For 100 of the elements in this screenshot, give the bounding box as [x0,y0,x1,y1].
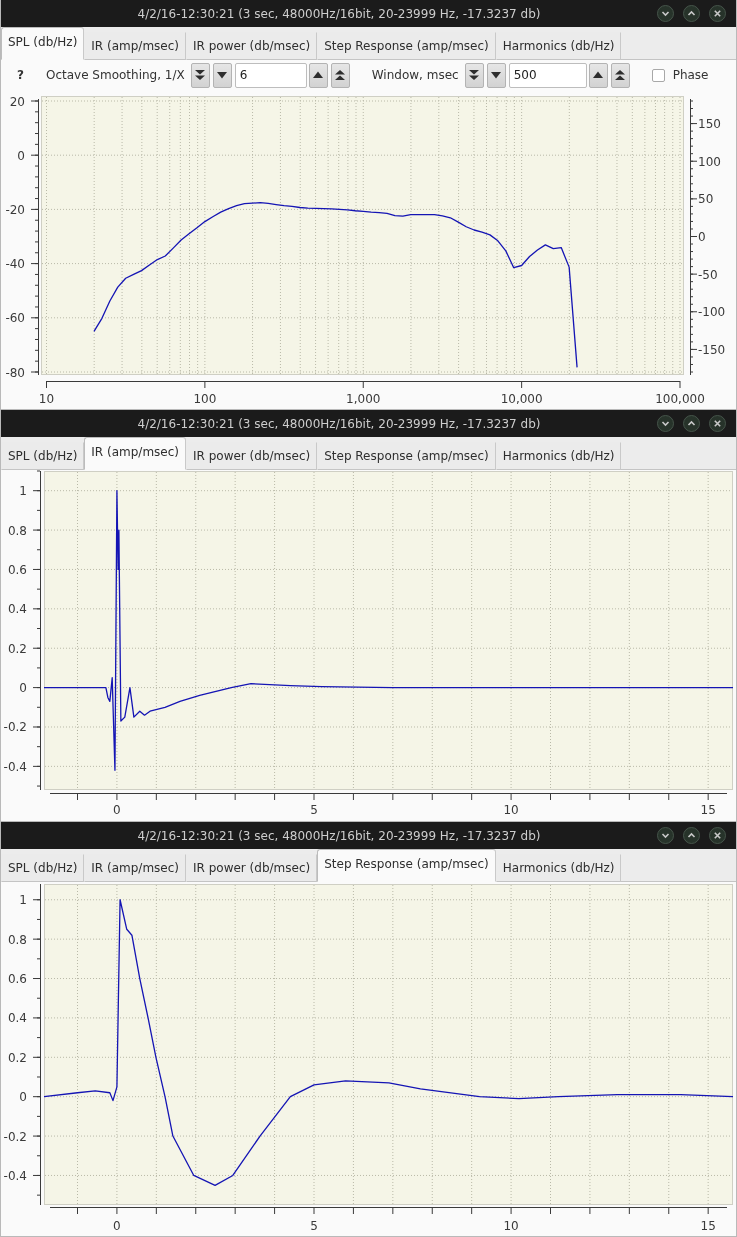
maximize-button[interactable] [683,827,700,844]
increment-button[interactable] [588,62,608,88]
up-triangle-icon [592,69,605,81]
double-increment-button[interactable] [330,62,350,88]
tab[interactable]: Harmonics (db/Hz) [495,32,622,60]
close-button[interactable] [709,415,726,432]
y-tick-label: 0.8 [7,932,27,947]
spinner-label: Octave Smoothing, 1/X [45,68,185,82]
tab[interactable]: SPL (db/Hz) [1,854,85,882]
down-triangle-icon [216,69,229,81]
x-tick-label: 0 [113,1219,121,1233]
close-icon [709,827,726,844]
right-y-tick-label: 100 [698,154,721,169]
y-tick-label: 1 [19,484,27,499]
decrement-button[interactable] [486,62,506,88]
right-y-tick-label: -100 [698,305,726,320]
decrement-button[interactable] [212,62,232,88]
maximize-button[interactable] [683,415,700,432]
minimize-button[interactable] [657,5,674,22]
tab[interactable]: SPL (db/Hz) [1,27,85,60]
close-button[interactable] [709,5,726,22]
y-tick-label: -0.4 [3,1168,27,1183]
y-tick-label: -0.4 [3,759,27,774]
help-button[interactable]: ? [17,68,24,82]
checkbox[interactable] [651,68,665,82]
y-tick-label: -0.2 [3,720,27,735]
y-tick-label: 0.2 [7,1050,27,1065]
tab[interactable]: SPL (db/Hz) [1,442,85,470]
double-down-triangle-icon [468,69,481,81]
tab[interactable]: IR (amp/msec) [84,32,186,60]
y-tick-label: 0.2 [7,641,27,656]
x-tick-label: 10 [503,803,519,817]
x-tick-label: 15 [700,803,716,817]
y-tick-label: 0.4 [7,602,27,617]
down-triangle-icon [490,69,503,81]
chevron-up-icon [683,827,700,844]
x-tick-label: 10 [503,1219,519,1233]
double-down-triangle-icon [194,69,207,81]
right-y-tick-label: -50 [698,267,718,282]
maximize-button[interactable] [683,5,700,22]
window-title: 4/2/16-12:30:21 (3 sec, 48000Hz/16bit, 20-23999 Hz, -17.3237 db) [136,416,542,431]
y-tick-label: 0 [19,1090,27,1105]
minimize-button[interactable] [657,415,674,432]
y-tick-label: 0 [17,148,25,163]
tab[interactable]: IR (amp/msec) [84,854,186,882]
double-up-triangle-icon [334,69,347,81]
number-field[interactable]: 500 [508,62,587,88]
y-tick-label: 0 [19,681,27,696]
chevron-down-icon [657,5,674,22]
tab[interactable]: Step Response (amp/msec) [317,32,496,60]
tab[interactable]: IR (amp/msec) [84,437,186,470]
right-y-tick-label: 50 [698,192,714,207]
tab[interactable]: Harmonics (db/Hz) [495,442,622,470]
x-tick-label: 1,000 [346,392,381,406]
x-tick-label: 10,000 [500,392,543,406]
right-y-tick-label: -150 [698,342,726,357]
y-tick-label: 0.6 [7,562,27,577]
y-tick-label: 1 [19,893,27,908]
chevron-up-icon [683,415,700,432]
window-title: 4/2/16-12:30:21 (3 sec, 48000Hz/16bit, 20-23999 Hz, -17.3237 db) [136,6,542,21]
close-icon [709,5,726,22]
y-tick-label: 0.6 [7,972,27,987]
up-triangle-icon [312,69,325,81]
x-tick-label: 5 [310,1219,318,1233]
x-tick-label: 5 [310,803,318,817]
tab[interactable]: IR power (db/msec) [186,854,318,882]
chevron-down-icon [657,415,674,432]
increment-button[interactable] [308,62,328,88]
window-title: 4/2/16-12:30:21 (3 sec, 48000Hz/16bit, 20-23999 Hz, -17.3237 db) [136,828,542,843]
double-decrement-button[interactable] [464,62,484,88]
double-decrement-button[interactable] [190,62,210,88]
close-icon [709,415,726,432]
right-y-tick-label: 150 [698,117,721,132]
y-tick-label: 0.8 [7,523,27,538]
tab[interactable]: IR power (db/msec) [186,32,318,60]
minimize-button[interactable] [657,827,674,844]
y-tick-label: -0.2 [3,1129,27,1144]
double-up-triangle-icon [614,69,627,81]
x-tick-label: 0 [113,803,121,817]
right-y-tick-label: 0 [698,230,706,244]
x-tick-label: 15 [700,1219,716,1233]
y-tick-label: 0.4 [7,1011,27,1026]
close-button[interactable] [709,827,726,844]
y-tick-label: -20 [5,202,25,217]
x-tick-label: 100 [193,392,217,406]
checkbox-label: Phase [672,68,709,82]
tab[interactable]: Step Response (amp/msec) [317,849,496,882]
y-tick-label: -40 [5,257,25,272]
y-tick-label: -60 [5,311,25,326]
number-field[interactable]: 6 [234,62,307,88]
chevron-up-icon [683,5,700,22]
tab[interactable]: Harmonics (db/Hz) [495,854,622,882]
x-tick-label: 100,000 [655,392,705,406]
tab[interactable]: Step Response (amp/msec) [317,442,496,470]
spinner-label: Window, msec [371,68,459,82]
double-increment-button[interactable] [610,62,630,88]
tab[interactable]: IR power (db/msec) [186,442,318,470]
y-tick-label: 20 [9,94,25,109]
x-tick-label: 10 [38,392,55,406]
y-tick-label: -80 [5,365,25,380]
